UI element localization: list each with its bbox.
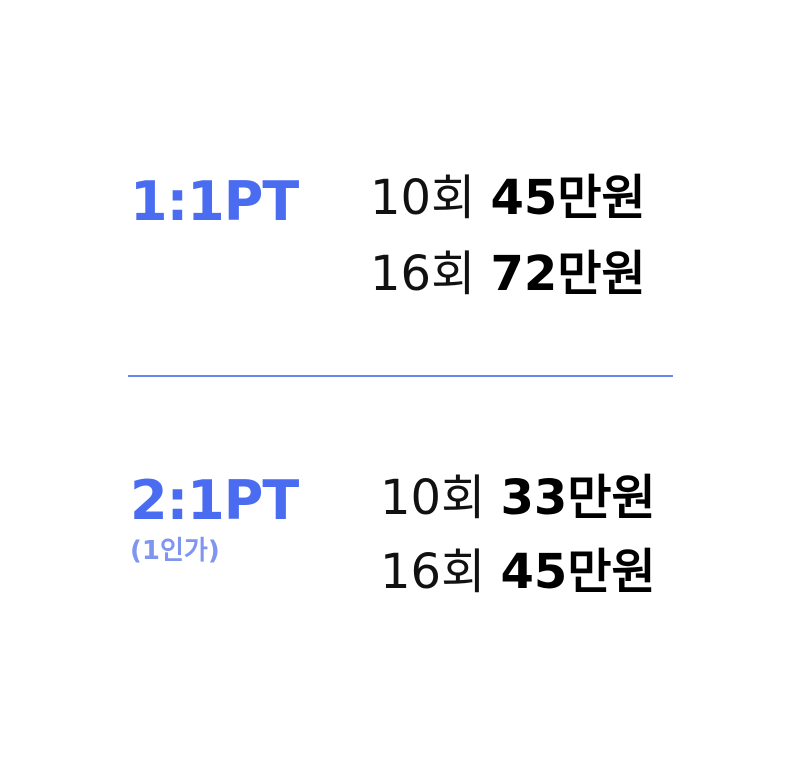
price-amount: 72만원: [490, 246, 646, 302]
section-divider: [128, 375, 673, 377]
price-amount: 33만원: [500, 470, 656, 526]
plan-1-price-row-1: 10회 45만원: [370, 174, 646, 222]
session-count: 16회: [370, 246, 476, 302]
price-amount: 45만원: [500, 544, 656, 600]
price-amount: 45만원: [490, 170, 646, 226]
plan-1-title: 1:1PT: [130, 170, 299, 233]
session-count: 10회: [380, 470, 486, 526]
plan-2-title: 2:1PT: [130, 469, 299, 532]
plan-2-note: (1인가): [130, 536, 220, 566]
session-count: 16회: [380, 544, 486, 600]
plan-2-price-row-1: 10회 33만원: [380, 474, 656, 522]
plan-2-price-row-2: 16회 45만원: [380, 548, 656, 596]
plan-1-price-row-2: 16회 72만원: [370, 250, 646, 298]
session-count: 10회: [370, 170, 476, 226]
